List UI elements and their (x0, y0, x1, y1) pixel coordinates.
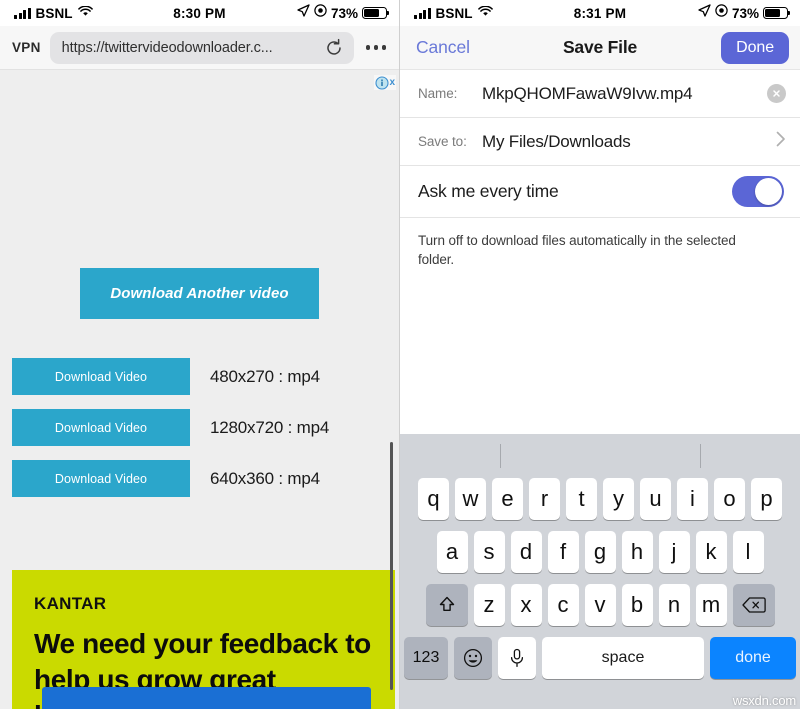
key-m[interactable]: m (695, 584, 727, 626)
name-field-row[interactable]: Name: MkpQHOMFawaW9Ivw.mp4 (400, 70, 800, 118)
download-another-section: Download Another video (0, 70, 399, 319)
ad-brand-label: KANTAR (34, 594, 107, 613)
right-phone-screen: BSNL 8:31 PM 73% Cancel Save File Done N… (400, 0, 800, 709)
save-file-form: Name: MkpQHOMFawaW9Ivw.mp4 Save to: My F… (400, 70, 800, 270)
save-to-row[interactable]: Save to: My Files/Downloads (400, 118, 800, 166)
ask-every-time-label: Ask me every time (418, 181, 559, 201)
numbers-key[interactable]: 123 (404, 637, 448, 679)
space-key[interactable]: space (542, 637, 704, 679)
predictive-divider (499, 444, 501, 468)
backspace-icon[interactable] (732, 584, 775, 626)
name-input[interactable]: MkpQHOMFawaW9Ivw.mp4 (482, 84, 767, 104)
key-k[interactable]: k (695, 531, 727, 573)
emoji-icon[interactable] (454, 637, 492, 679)
download-another-video-button[interactable]: Download Another video (80, 268, 319, 319)
dual-screenshot: BSNL 8:30 PM 73% VPN https://twittervide… (0, 0, 800, 709)
status-bar-right: BSNL 8:31 PM 73% (400, 0, 800, 26)
key-c[interactable]: c (547, 584, 579, 626)
adchoices-close-mark[interactable]: x (389, 77, 395, 88)
ad-cta-bar[interactable] (42, 687, 371, 709)
download-row: Download Video 640x360 : mp4 (0, 460, 399, 497)
key-o[interactable]: o (714, 478, 745, 520)
keyboard-row-1: q w e r t y u i o p (400, 478, 800, 520)
chevron-right-icon[interactable] (776, 131, 786, 152)
key-h[interactable]: h (621, 531, 653, 573)
alarm-icon (314, 4, 327, 22)
download-resolution-label: 1280x720 : mp4 (210, 417, 330, 437)
save-file-navbar: Cancel Save File Done (400, 26, 800, 70)
key-e[interactable]: e (492, 478, 523, 520)
key-x[interactable]: x (510, 584, 542, 626)
key-u[interactable]: u (640, 478, 671, 520)
save-to-label: Save to: (418, 134, 467, 149)
clear-field-icon[interactable] (767, 84, 786, 103)
done-button[interactable]: Done (721, 31, 789, 64)
page-scrollbar[interactable] (390, 442, 393, 690)
keyboard-row-2: a s d f g h j k l (400, 531, 800, 573)
left-phone-screen: BSNL 8:30 PM 73% VPN https://twittervide… (0, 0, 400, 709)
reload-icon[interactable] (324, 38, 344, 58)
status-bar-right-group: 73% (698, 4, 791, 22)
adchoices-info-icon[interactable]: x (374, 75, 396, 90)
download-resolution-label: 480x270 : mp4 (210, 366, 320, 386)
status-bar-right-group: 73% (297, 4, 390, 22)
download-row: Download Video 480x270 : mp4 (0, 358, 399, 395)
url-text: https://twittervideodownloader.c... (61, 39, 273, 56)
key-l[interactable]: l (732, 531, 764, 573)
key-i[interactable]: i (677, 478, 708, 520)
download-resolution-label: 640x360 : mp4 (210, 468, 320, 488)
ask-every-time-toggle[interactable] (732, 176, 784, 207)
key-z[interactable]: z (473, 584, 505, 626)
download-video-button[interactable]: Download Video (12, 358, 190, 395)
battery-percent-label: 73% (330, 5, 358, 21)
key-p[interactable]: p (751, 478, 782, 520)
keyboard-row-4: 123 space done (400, 637, 800, 679)
form-hint-text: Turn off to download files automatically… (418, 233, 736, 268)
vpn-indicator: VPN (12, 40, 41, 55)
key-q[interactable]: q (418, 478, 449, 520)
key-g[interactable]: g (584, 531, 616, 573)
save-to-value: My Files/Downloads (482, 131, 631, 151)
web-page-content: Download Another video Download Video 48… (0, 70, 399, 709)
alarm-icon (715, 4, 728, 22)
browser-toolbar: VPN https://twittervideodownloader.c... (0, 26, 399, 70)
key-w[interactable]: w (455, 478, 486, 520)
battery-percent-label: 73% (731, 5, 759, 21)
name-field-label: Name: (418, 86, 458, 101)
ask-every-time-row[interactable]: Ask me every time (400, 166, 800, 218)
key-s[interactable]: s (473, 531, 505, 573)
key-v[interactable]: v (584, 584, 616, 626)
location-arrow-icon (698, 4, 711, 22)
advertisement-banner[interactable]: KANTAR We need your feedback to help us … (12, 570, 395, 709)
shift-icon[interactable] (425, 584, 468, 626)
battery-icon (763, 7, 791, 19)
key-a[interactable]: a (436, 531, 468, 573)
key-n[interactable]: n (658, 584, 690, 626)
download-video-button[interactable]: Download Video (12, 409, 190, 446)
predictive-text-bar[interactable] (400, 434, 800, 478)
download-row: Download Video 1280x720 : mp4 (0, 409, 399, 446)
key-j[interactable]: j (658, 531, 690, 573)
battery-icon (362, 7, 390, 19)
location-arrow-icon (297, 4, 310, 22)
key-d[interactable]: d (510, 531, 542, 573)
key-b[interactable]: b (621, 584, 653, 626)
address-bar[interactable]: https://twittervideodownloader.c... (49, 31, 354, 64)
download-video-button[interactable]: Download Video (12, 460, 190, 497)
keyboard-done-key[interactable]: done (710, 637, 796, 679)
download-options-list: Download Video 480x270 : mp4 Download Vi… (0, 358, 399, 497)
watermark-label: wsxdn.com (732, 693, 796, 708)
status-bar-left: BSNL 8:30 PM 73% (0, 0, 399, 26)
on-screen-keyboard: q w e r t y u i o p a s d f g h j k l z … (400, 434, 800, 709)
predictive-divider (699, 444, 701, 468)
key-f[interactable]: f (547, 531, 579, 573)
microphone-icon[interactable] (498, 637, 536, 679)
keyboard-row-3: z x c v b n m (400, 584, 800, 626)
more-options-icon[interactable] (363, 45, 390, 50)
key-t[interactable]: t (566, 478, 597, 520)
key-r[interactable]: r (529, 478, 560, 520)
key-y[interactable]: y (603, 478, 634, 520)
